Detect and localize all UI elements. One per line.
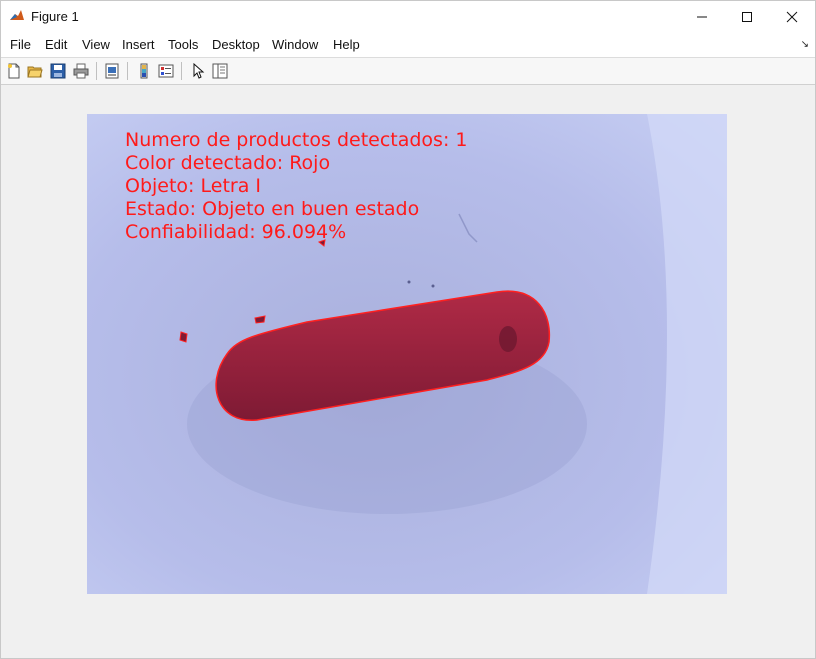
edit-plot-button[interactable] <box>188 61 208 81</box>
annotation-object: Objeto: Letra I <box>125 175 261 197</box>
new-figure-button[interactable] <box>4 61 24 81</box>
menu-insert[interactable]: Insert <box>122 37 155 52</box>
minimize-icon <box>697 16 707 17</box>
menu-bar: File Edit View Insert Tools Desktop Wind… <box>1 32 815 58</box>
menu-window[interactable]: Window <box>272 37 318 52</box>
toolbar-separator <box>96 62 97 80</box>
menu-overflow-arrow[interactable]: ↘ <box>801 39 809 50</box>
window-title: Figure 1 <box>31 9 79 24</box>
maximize-icon <box>742 11 752 22</box>
menu-view[interactable]: View <box>82 37 110 52</box>
close-icon <box>786 11 798 22</box>
print-icon <box>73 63 89 79</box>
annotation-count: Numero de productos detectados: 1 <box>125 129 468 151</box>
open-file-icon <box>27 66 43 78</box>
save-icon <box>50 63 66 79</box>
save-button[interactable] <box>48 61 68 81</box>
legend-button[interactable] <box>156 61 176 81</box>
annotation-color: Color detectado: Rojo <box>125 152 331 174</box>
print-preview-icon <box>105 63 119 79</box>
colorbar-icon <box>140 63 148 79</box>
menu-tools[interactable]: Tools <box>168 37 198 52</box>
annotation-status: Estado: Objeto en buen estado <box>125 198 420 220</box>
print-preview-button[interactable] <box>102 61 122 81</box>
menu-file[interactable]: File <box>10 37 31 52</box>
new-figure-icon <box>8 63 20 79</box>
print-button[interactable] <box>71 61 91 81</box>
close-button[interactable] <box>769 1 815 32</box>
legend-icon <box>158 64 174 78</box>
minimize-button[interactable] <box>679 1 725 32</box>
colorbar-button[interactable] <box>134 61 154 81</box>
maximize-button[interactable] <box>724 1 770 32</box>
toolbar-separator <box>181 62 182 80</box>
toolbar-separator <box>127 62 128 80</box>
property-inspector-button[interactable] <box>210 61 230 81</box>
menu-help[interactable]: Help <box>333 37 360 52</box>
annotation-confidence: Confiabilidad: 96.094% <box>125 221 347 243</box>
open-file-button[interactable] <box>25 61 45 81</box>
property-inspector-icon <box>212 63 228 79</box>
matlab-app-icon <box>9 8 25 24</box>
title-bar[interactable]: Figure 1 <box>1 1 815 32</box>
menu-edit[interactable]: Edit <box>45 37 67 52</box>
edit-plot-arrow-icon <box>193 63 205 79</box>
menu-desktop[interactable]: Desktop <box>212 37 260 52</box>
figure-toolbar <box>1 58 815 85</box>
